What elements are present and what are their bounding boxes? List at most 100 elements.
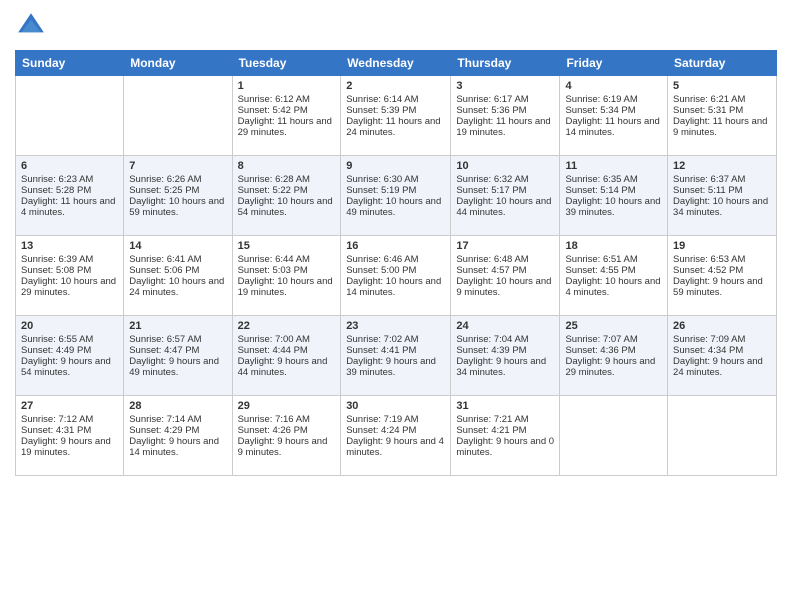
calendar-cell: 6 Sunrise: 6:23 AM Sunset: 5:28 PM Dayli… [16,156,124,236]
calendar-cell: 28 Sunrise: 7:14 AM Sunset: 4:29 PM Dayl… [124,396,232,476]
daylight-text: Daylight: 10 hours and 4 minutes. [565,276,660,298]
sunrise-text: Sunrise: 6:48 AM [456,254,528,265]
calendar-table: SundayMondayTuesdayWednesdayThursdayFrid… [15,50,777,476]
day-number: 4 [565,80,662,92]
day-number: 7 [129,160,226,172]
calendar-cell: 5 Sunrise: 6:21 AM Sunset: 5:31 PM Dayli… [668,76,777,156]
day-number: 21 [129,320,226,332]
header-sunday: Sunday [16,51,124,76]
header-saturday: Saturday [668,51,777,76]
daylight-text: Daylight: 9 hours and 54 minutes. [21,356,111,378]
calendar-cell: 30 Sunrise: 7:19 AM Sunset: 4:24 PM Dayl… [341,396,451,476]
calendar-cell: 17 Sunrise: 6:48 AM Sunset: 4:57 PM Dayl… [451,236,560,316]
sunset-text: Sunset: 5:31 PM [673,105,743,116]
calendar-cell: 15 Sunrise: 6:44 AM Sunset: 5:03 PM Dayl… [232,236,341,316]
calendar-cell: 31 Sunrise: 7:21 AM Sunset: 4:21 PM Dayl… [451,396,560,476]
day-number: 10 [456,160,554,172]
sunset-text: Sunset: 5:14 PM [565,185,635,196]
daylight-text: Daylight: 9 hours and 4 minutes. [346,436,444,458]
sunset-text: Sunset: 4:21 PM [456,425,526,436]
header-tuesday: Tuesday [232,51,341,76]
sunrise-text: Sunrise: 6:57 AM [129,334,201,345]
calendar-cell: 23 Sunrise: 7:02 AM Sunset: 4:41 PM Dayl… [341,316,451,396]
sunrise-text: Sunrise: 6:14 AM [346,94,418,105]
day-number: 19 [673,240,771,252]
daylight-text: Daylight: 11 hours and 19 minutes. [456,116,550,138]
sunset-text: Sunset: 5:19 PM [346,185,416,196]
daylight-text: Daylight: 9 hours and 44 minutes. [238,356,328,378]
sunrise-text: Sunrise: 6:41 AM [129,254,201,265]
sunset-text: Sunset: 4:44 PM [238,345,308,356]
header-monday: Monday [124,51,232,76]
sunrise-text: Sunrise: 6:26 AM [129,174,201,185]
calendar-cell: 8 Sunrise: 6:28 AM Sunset: 5:22 PM Dayli… [232,156,341,236]
daylight-text: Daylight: 11 hours and 4 minutes. [21,196,115,218]
calendar-cell: 7 Sunrise: 6:26 AM Sunset: 5:25 PM Dayli… [124,156,232,236]
sunset-text: Sunset: 5:39 PM [346,105,416,116]
sunset-text: Sunset: 4:26 PM [238,425,308,436]
calendar-cell: 29 Sunrise: 7:16 AM Sunset: 4:26 PM Dayl… [232,396,341,476]
sunrise-text: Sunrise: 6:39 AM [21,254,93,265]
sunrise-text: Sunrise: 6:19 AM [565,94,637,105]
sunrise-text: Sunrise: 7:21 AM [456,414,528,425]
logo [15,10,51,42]
sunset-text: Sunset: 5:25 PM [129,185,199,196]
calendar-cell: 24 Sunrise: 7:04 AM Sunset: 4:39 PM Dayl… [451,316,560,396]
daylight-text: Daylight: 10 hours and 14 minutes. [346,276,441,298]
day-number: 23 [346,320,445,332]
daylight-text: Daylight: 11 hours and 24 minutes. [346,116,440,138]
calendar-cell: 27 Sunrise: 7:12 AM Sunset: 4:31 PM Dayl… [16,396,124,476]
sunrise-text: Sunrise: 7:09 AM [673,334,745,345]
sunset-text: Sunset: 5:42 PM [238,105,308,116]
sunset-text: Sunset: 5:17 PM [456,185,526,196]
calendar-cell [668,396,777,476]
sunrise-text: Sunrise: 6:12 AM [238,94,310,105]
week-row-0: 1 Sunrise: 6:12 AM Sunset: 5:42 PM Dayli… [16,76,777,156]
day-number: 28 [129,400,226,412]
day-number: 29 [238,400,336,412]
sunset-text: Sunset: 5:22 PM [238,185,308,196]
calendar-cell: 26 Sunrise: 7:09 AM Sunset: 4:34 PM Dayl… [668,316,777,396]
daylight-text: Daylight: 9 hours and 0 minutes. [456,436,554,458]
sunrise-text: Sunrise: 6:21 AM [673,94,745,105]
daylight-text: Daylight: 9 hours and 19 minutes. [21,436,111,458]
sunset-text: Sunset: 4:29 PM [129,425,199,436]
daylight-text: Daylight: 10 hours and 44 minutes. [456,196,551,218]
header [15,10,777,42]
header-row: SundayMondayTuesdayWednesdayThursdayFrid… [16,51,777,76]
week-row-3: 20 Sunrise: 6:55 AM Sunset: 4:49 PM Dayl… [16,316,777,396]
calendar-cell: 18 Sunrise: 6:51 AM Sunset: 4:55 PM Dayl… [560,236,668,316]
sunrise-text: Sunrise: 6:53 AM [673,254,745,265]
sunset-text: Sunset: 5:03 PM [238,265,308,276]
sunrise-text: Sunrise: 6:37 AM [673,174,745,185]
day-number: 1 [238,80,336,92]
sunrise-text: Sunrise: 6:44 AM [238,254,310,265]
sunrise-text: Sunrise: 6:17 AM [456,94,528,105]
calendar-cell: 3 Sunrise: 6:17 AM Sunset: 5:36 PM Dayli… [451,76,560,156]
calendar-cell: 22 Sunrise: 7:00 AM Sunset: 4:44 PM Dayl… [232,316,341,396]
day-number: 18 [565,240,662,252]
sunrise-text: Sunrise: 6:51 AM [565,254,637,265]
sunrise-text: Sunrise: 7:12 AM [21,414,93,425]
calendar-cell: 19 Sunrise: 6:53 AM Sunset: 4:52 PM Dayl… [668,236,777,316]
day-number: 2 [346,80,445,92]
daylight-text: Daylight: 9 hours and 49 minutes. [129,356,219,378]
header-thursday: Thursday [451,51,560,76]
day-number: 27 [21,400,118,412]
header-wednesday: Wednesday [341,51,451,76]
page: SundayMondayTuesdayWednesdayThursdayFrid… [0,0,792,612]
sunrise-text: Sunrise: 6:35 AM [565,174,637,185]
day-number: 9 [346,160,445,172]
sunrise-text: Sunrise: 6:23 AM [21,174,93,185]
sunset-text: Sunset: 4:47 PM [129,345,199,356]
day-number: 30 [346,400,445,412]
day-number: 13 [21,240,118,252]
daylight-text: Daylight: 9 hours and 34 minutes. [456,356,546,378]
daylight-text: Daylight: 10 hours and 24 minutes. [129,276,224,298]
sunset-text: Sunset: 4:31 PM [21,425,91,436]
sunset-text: Sunset: 5:36 PM [456,105,526,116]
sunset-text: Sunset: 5:00 PM [346,265,416,276]
calendar-cell: 4 Sunrise: 6:19 AM Sunset: 5:34 PM Dayli… [560,76,668,156]
sunset-text: Sunset: 4:49 PM [21,345,91,356]
sunset-text: Sunset: 4:24 PM [346,425,416,436]
